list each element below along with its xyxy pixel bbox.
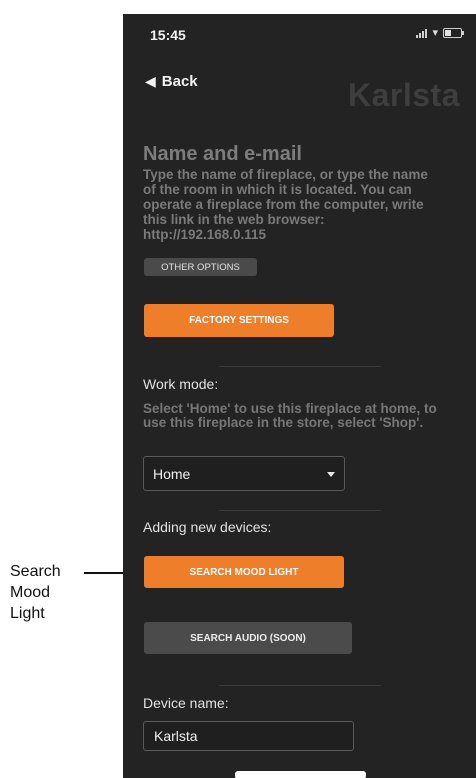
factory-settings-button[interactable]: FACTORY SETTINGS: [144, 304, 334, 337]
page: Search Mood Light 15:45 ▾ ◀ Back Karlsta…: [0, 0, 476, 778]
adding-devices-label: Adding new devices:: [143, 519, 272, 535]
device-name-label: Device name:: [143, 695, 229, 711]
section-description: Type the name of fireplace, or type the …: [143, 167, 428, 242]
back-button[interactable]: ◀ Back: [145, 73, 198, 90]
back-label: Back: [161, 73, 198, 90]
status-icons: ▾: [416, 27, 464, 39]
wifi-icon: ▾: [432, 27, 438, 39]
caret-down-icon: [327, 472, 335, 477]
work-mode-help: Select 'Home' to use this fireplace at h…: [143, 401, 437, 430]
work-mode-select[interactable]: Home: [143, 456, 345, 491]
battery-icon: [443, 28, 464, 38]
work-mode-label: Work mode:: [143, 376, 219, 392]
search-mood-light-button[interactable]: SEARCH MOOD LIGHT: [144, 556, 344, 588]
home-arrow-icon: ◀: [145, 73, 156, 89]
brand-title: Karlsta: [348, 77, 460, 113]
divider: [219, 510, 381, 511]
status-bar: 15:45 ▾: [123, 14, 476, 54]
work-mode-selected-value: Home: [153, 466, 191, 482]
section-title: Name and e-mail: [143, 143, 302, 165]
search-audio-button[interactable]: SEARCH AUDIO (SOON): [144, 622, 352, 654]
other-options-button[interactable]: OTHER OPTIONS: [144, 258, 257, 276]
divider: [219, 366, 381, 367]
callout-label: Search Mood Light: [10, 563, 61, 622]
signal-icon: [416, 28, 428, 38]
device-name-input[interactable]: [143, 721, 354, 751]
divider: [219, 685, 381, 686]
phone-screen: 15:45 ▾ ◀ Back Karlsta Name and e-mail T…: [123, 14, 476, 778]
home-indicator: [235, 771, 366, 778]
status-time: 15:45: [150, 27, 186, 43]
